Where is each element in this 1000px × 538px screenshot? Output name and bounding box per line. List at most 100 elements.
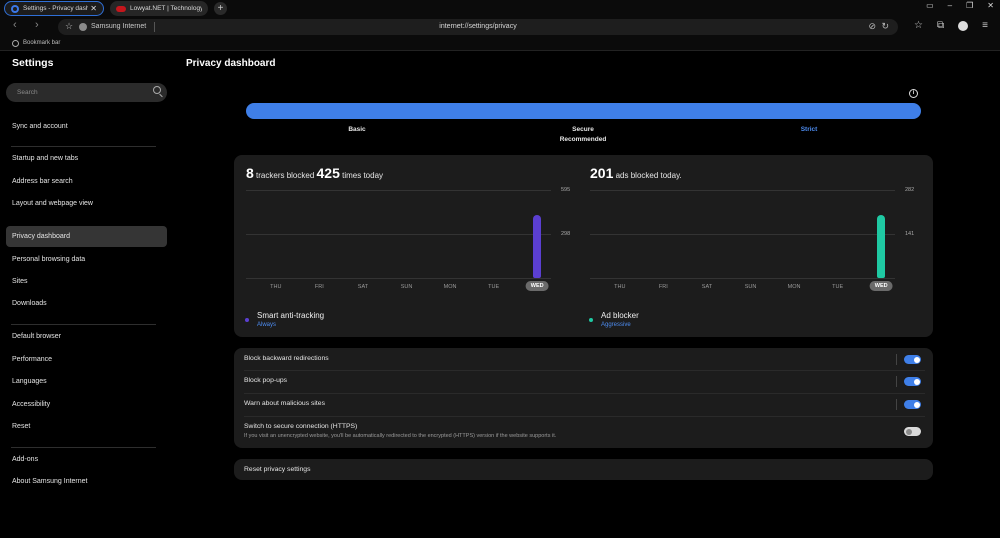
toggle-label: Block backward redirections [244, 355, 329, 362]
secure-connection-https-switch[interactable] [904, 427, 921, 436]
settings-title: Settings [12, 57, 54, 69]
tab-lowyat[interactable]: Lowyat.NET | Technology [110, 1, 208, 16]
protection-toggles-card: Block backward redirections Block pop-up… [234, 348, 933, 448]
search-icon[interactable] [153, 86, 161, 94]
ads-legend-dot [589, 318, 593, 322]
row-separator [896, 354, 897, 365]
restore-icon[interactable]: ❐ [966, 1, 973, 10]
menu-icon[interactable]: ≡ [982, 20, 988, 31]
block-backward-redirections-switch[interactable] [904, 355, 921, 364]
tab-manager-icon[interactable]: ▭ [926, 1, 934, 10]
chart-x-tick-wed: WED [525, 281, 549, 291]
sidebar-item-about-samsung-internet[interactable]: About Samsung Internet [6, 471, 167, 492]
trackers-legend-dot [245, 318, 249, 322]
sidebar-divider [11, 324, 156, 325]
chart-x-tick-tue: TUE [488, 284, 500, 290]
chart-x-tick-sun: SUN [400, 284, 413, 290]
bookmark-bar-label[interactable]: Bookmark bar [23, 40, 60, 46]
level-secure-label[interactable]: Secure [572, 126, 594, 133]
chart-gridline [246, 278, 551, 279]
lowyat-logo-icon [116, 5, 126, 12]
bookmarks-star-icon[interactable]: ☆ [914, 20, 923, 31]
toggle-row-backward-redirections: Block backward redirections [234, 348, 933, 370]
sidebar-item-privacy-dashboard[interactable]: Privacy dashboard [6, 226, 167, 247]
sidebar-item-default-browser[interactable]: Default browser [6, 326, 167, 347]
sidebar-divider [11, 447, 156, 448]
add-bookmark-icon[interactable] [12, 40, 19, 47]
chart-y-tick-label: 595 [561, 187, 571, 193]
minimize-icon[interactable]: – [948, 1, 952, 10]
chart-y-tick-label: 298 [561, 231, 571, 237]
chart-gridline [590, 278, 895, 279]
avatar-icon[interactable] [958, 21, 969, 31]
chart-x-tick-mon: MON [787, 284, 801, 290]
chart-y-tick-label: 141 [905, 231, 915, 237]
toggle-label: Switch to secure connection (HTTPS) [244, 423, 358, 430]
chart-gridline [246, 190, 551, 191]
reload-icon[interactable]: ↻ [881, 21, 889, 32]
settings-sidebar: Settings Sync and account Startup and ne… [0, 51, 175, 538]
chart-gridline [590, 234, 895, 235]
ad-blocker-title[interactable]: Ad blocker [601, 311, 639, 320]
sidebar-item-accessibility[interactable]: Accessibility [6, 394, 167, 415]
info-icon[interactable]: i [909, 89, 918, 98]
reset-privacy-settings-button[interactable]: Reset privacy settings [234, 459, 933, 480]
trackers-count: 8 [246, 165, 254, 181]
window-controls: ▭ – ❐ ✕ [926, 1, 994, 10]
chart-x-tick-sat: SAT [357, 284, 369, 290]
warn-malicious-sites-switch[interactable] [904, 400, 921, 409]
chart-gridline [590, 190, 895, 191]
chart-x-tick-fri: FRI [658, 284, 668, 290]
chart-x-tick-sun: SUN [744, 284, 757, 290]
reset-privacy-settings-label: Reset privacy settings [244, 466, 311, 473]
shield-icon[interactable]: ⊘ [868, 21, 876, 32]
ad-blocker-status: Aggressive [601, 322, 631, 328]
close-icon[interactable]: ✕ [90, 4, 97, 13]
search-box [6, 83, 167, 102]
trackers-bar-chart: 595 298 THU FRI SAT SUN MON TUE WED [246, 187, 576, 291]
close-window-icon[interactable]: ✕ [987, 1, 994, 10]
block-popups-switch[interactable] [904, 377, 921, 386]
level-secure-recommended: Recommended [559, 136, 607, 143]
trackers-text-2: times today [342, 171, 384, 180]
forward-arrow-icon[interactable]: › [35, 19, 39, 31]
bookmark-bar: Bookmark bar [0, 37, 1000, 51]
level-basic-label[interactable]: Basic [348, 126, 365, 133]
sidebar-item-layout-and-webpage-view[interactable]: Layout and webpage view [6, 193, 167, 214]
search-input[interactable] [17, 87, 147, 98]
chart-x-tick-thu: THU [270, 284, 282, 290]
sidebar-item-personal-browsing-data[interactable]: Personal browsing data [6, 249, 167, 270]
sidebar-item-downloads[interactable]: Downloads [6, 293, 167, 314]
chart-bar-wed [877, 215, 886, 278]
sidebar-item-sync-and-account[interactable]: Sync and account [6, 116, 167, 137]
trackers-summary: 8 trackers blocked 425 times today [246, 165, 383, 181]
chart-x-tick-tue: TUE [832, 284, 844, 290]
ads-text: ads blocked today. [615, 171, 682, 180]
sidebar-item-reset[interactable]: Reset [6, 416, 167, 437]
chart-x-tick-wed: WED [869, 281, 893, 291]
sidebar-item-add-ons[interactable]: Add-ons [6, 449, 167, 470]
ads-bar-chart: 282 141 THU FRI SAT SUN MON TUE WED [590, 187, 920, 291]
tab-settings-privacy[interactable]: Settings - Privacy dashb ✕ [4, 1, 104, 16]
chart-bar-wed [533, 215, 542, 278]
smart-anti-tracking-title[interactable]: Smart anti-tracking [257, 311, 324, 320]
new-tab-button[interactable]: + [214, 2, 227, 15]
sidebar-item-sites[interactable]: Sites [6, 271, 167, 292]
address-bar[interactable]: ☆ Samsung Internet internet://settings/p… [58, 19, 898, 35]
sidebar-item-address-bar-search[interactable]: Address bar search [6, 171, 167, 192]
url-text[interactable]: internet://settings/privacy [58, 23, 898, 30]
chart-x-tick-mon: MON [443, 284, 457, 290]
row-separator [896, 376, 897, 387]
chart-x-tick-fri: FRI [314, 284, 324, 290]
sidebar-item-performance[interactable]: Performance [6, 349, 167, 370]
toggle-row-popups: Block pop-ups [234, 371, 933, 393]
smart-anti-tracking-status: Always [257, 322, 277, 328]
sidebar-divider [11, 146, 156, 147]
row-separator [896, 399, 897, 410]
tabs-icon[interactable]: ⧉ [937, 20, 944, 31]
sidebar-item-languages[interactable]: Languages [6, 371, 167, 392]
sidebar-item-startup-and-new-tabs[interactable]: Startup and new tabs [6, 148, 167, 169]
level-strict-label[interactable]: Strict [801, 126, 818, 133]
protection-level-slider[interactable] [246, 103, 921, 119]
back-arrow-icon[interactable]: ‹ [13, 19, 17, 31]
